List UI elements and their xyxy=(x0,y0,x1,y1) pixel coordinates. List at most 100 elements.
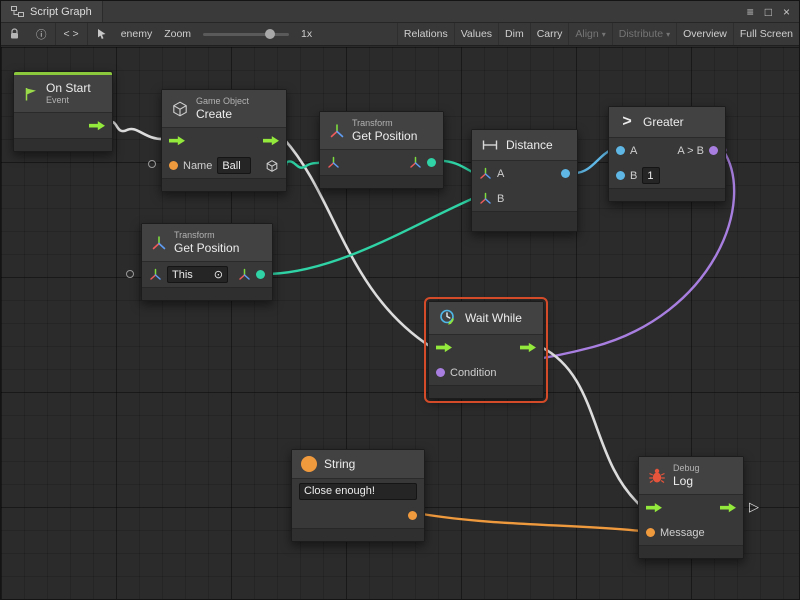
transform-input-port[interactable] xyxy=(327,156,340,169)
node-header: Game Object Create xyxy=(162,90,286,128)
node-create[interactable]: Game Object Create Name xyxy=(161,89,287,192)
bool-input-port[interactable] xyxy=(436,368,445,377)
node-footer xyxy=(639,545,743,558)
graph-pointer-icon xyxy=(88,23,115,45)
align-button[interactable]: Align ▾ xyxy=(568,23,611,45)
code-icon[interactable]: < > xyxy=(56,23,87,45)
vector-output-port[interactable] xyxy=(256,270,265,279)
flow-input-port[interactable] xyxy=(646,502,662,513)
values-button[interactable]: Values xyxy=(454,23,498,45)
flow-indicator-triangle: ▷ xyxy=(749,499,759,515)
node-category: Transform xyxy=(352,118,417,129)
node-log[interactable]: Debug Log Message xyxy=(638,456,744,559)
input-b-label: B xyxy=(630,170,637,182)
vector-ports-row xyxy=(320,150,443,175)
vector-input-port-a[interactable] xyxy=(479,167,492,180)
float-input-port-b[interactable] xyxy=(616,171,625,180)
name-row: Name xyxy=(162,153,286,178)
node-wait-while[interactable]: Wait While Condition xyxy=(428,301,544,399)
overview-button[interactable]: Overview xyxy=(676,23,733,45)
gameobject-output-port[interactable] xyxy=(265,159,279,173)
vector-output-icon xyxy=(238,268,251,281)
zoom-slider[interactable] xyxy=(203,33,289,36)
wire-waitwhile-log xyxy=(541,347,641,506)
node-get-position-top[interactable]: Transform Get Position xyxy=(319,111,444,189)
name-input[interactable] xyxy=(217,157,251,174)
node-category: Game Object xyxy=(196,96,249,107)
target-value: This xyxy=(172,269,193,281)
lock-icon[interactable] xyxy=(1,23,28,45)
node-title: Log xyxy=(673,474,700,488)
distribute-button[interactable]: Distribute ▾ xyxy=(612,23,676,45)
wire-string-log xyxy=(422,514,641,531)
float-input-port-a[interactable] xyxy=(616,146,625,155)
node-header: > Greater xyxy=(609,107,725,138)
window-maximize-icon[interactable]: □ xyxy=(765,5,772,19)
vector-output-icon xyxy=(409,156,422,169)
fullscreen-button[interactable]: Full Screen xyxy=(733,23,799,45)
vector-input-port-b[interactable] xyxy=(479,192,492,205)
script-graph-window: Script Graph ≡ □ × ⓘ < > enemy Zoom 1x R… xyxy=(0,0,800,600)
node-footer xyxy=(320,175,443,188)
transform-icon xyxy=(329,123,345,139)
graph-name[interactable]: enemy xyxy=(115,28,159,40)
vector-output-port[interactable] xyxy=(427,158,436,167)
name-label: Name xyxy=(183,160,212,172)
node-string[interactable]: String xyxy=(291,449,425,542)
condition-row: Condition xyxy=(429,360,543,385)
graph-canvas[interactable]: On Start Event Gam xyxy=(1,47,800,600)
object-picker-icon[interactable]: ⊙ xyxy=(214,268,223,281)
window-close-icon[interactable]: × xyxy=(783,5,790,19)
node-on-start[interactable]: On Start Event xyxy=(13,71,113,152)
input-b-row: B xyxy=(609,163,725,188)
node-distance[interactable]: Distance A B xyxy=(471,129,578,232)
window-controls: ≡ □ × xyxy=(747,5,799,19)
flow-input-port[interactable] xyxy=(169,135,185,146)
message-label: Message xyxy=(660,527,705,539)
transform-input-port[interactable] xyxy=(149,268,162,281)
flow-output-port[interactable] xyxy=(720,502,736,513)
caret-down-icon: ▾ xyxy=(602,30,606,39)
flow-output-port[interactable] xyxy=(89,120,105,131)
flow-output-port[interactable] xyxy=(520,342,536,353)
info-icon[interactable]: ⓘ xyxy=(28,23,55,45)
unconnected-port-indicator[interactable] xyxy=(126,270,134,278)
window-menu-icon[interactable]: ≡ xyxy=(747,5,754,19)
caret-down-icon: ▾ xyxy=(666,30,670,39)
target-object-field[interactable]: This ⊙ xyxy=(167,266,228,283)
node-get-position-left[interactable]: Transform Get Position This ⊙ xyxy=(141,223,273,301)
node-title: Get Position xyxy=(352,129,417,143)
flag-icon xyxy=(23,86,39,102)
input-a-label: A xyxy=(497,168,504,180)
node-greater[interactable]: > Greater A A > B B xyxy=(608,106,726,202)
flow-output-port[interactable] xyxy=(263,135,279,146)
string-icon xyxy=(301,456,317,472)
carry-button[interactable]: Carry xyxy=(530,23,569,45)
dim-button[interactable]: Dim xyxy=(498,23,530,45)
node-category: Debug xyxy=(673,463,700,474)
node-header: Debug Log xyxy=(639,457,743,495)
string-value-input[interactable] xyxy=(299,483,417,500)
b-value-input[interactable] xyxy=(642,167,660,184)
float-output-port[interactable] xyxy=(561,169,570,178)
node-title: On Start xyxy=(46,81,91,95)
node-category: Transform xyxy=(174,230,239,241)
relations-button[interactable]: Relations xyxy=(397,23,454,45)
node-footer xyxy=(472,211,577,231)
unconnected-port-indicator[interactable] xyxy=(148,160,156,168)
string-input-port[interactable] xyxy=(169,161,178,170)
toolbar-buttons: Relations Values Dim Carry Align ▾ Distr… xyxy=(397,23,799,45)
string-output-row xyxy=(292,503,424,528)
flow-input-port[interactable] xyxy=(436,342,452,353)
node-header: Transform Get Position xyxy=(320,112,443,150)
string-input-port[interactable] xyxy=(646,528,655,537)
distribute-label: Distribute xyxy=(619,28,663,40)
vector-ports-row: This ⊙ xyxy=(142,262,272,287)
string-output-port[interactable] xyxy=(408,511,417,520)
node-title: Get Position xyxy=(174,241,239,255)
input-b-row: B xyxy=(472,186,577,211)
window-tab[interactable]: Script Graph xyxy=(1,1,103,22)
output-label: A > B xyxy=(677,145,704,157)
bool-output-port[interactable] xyxy=(709,146,718,155)
zoom-slider-handle[interactable] xyxy=(265,29,275,39)
